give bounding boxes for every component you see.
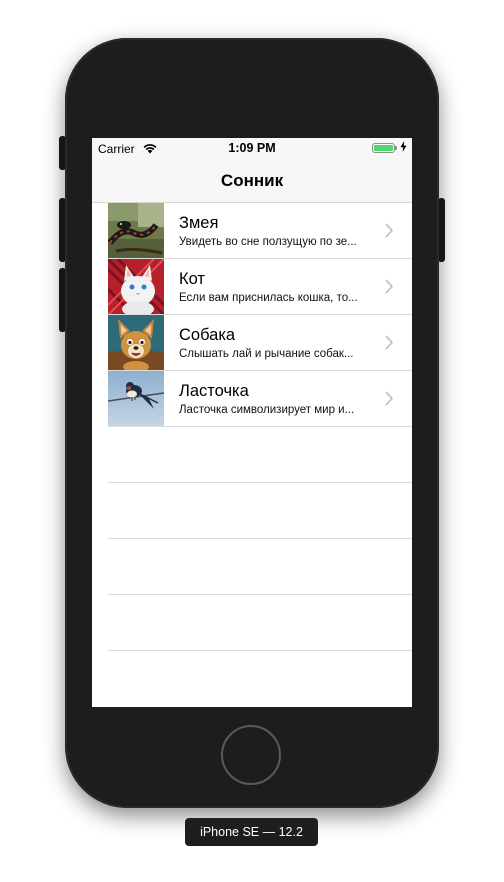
row-separator bbox=[108, 650, 412, 651]
list-item-title: Змея bbox=[179, 214, 219, 232]
phone-screen: Carrier 1:09 PM Сонник Змея Увидеть во с… bbox=[92, 138, 412, 707]
dream-list: Змея Увидеть во сне ползущую по зе... Ко… bbox=[92, 203, 412, 651]
chevron-right-icon bbox=[385, 279, 394, 299]
chevron-right-icon bbox=[385, 391, 394, 411]
status-bar: Carrier 1:09 PM bbox=[92, 138, 412, 158]
swallow-image bbox=[108, 371, 164, 427]
empty-row bbox=[92, 539, 412, 595]
cat-image bbox=[108, 259, 164, 315]
bolt-icon bbox=[400, 141, 407, 155]
list-item-title: Кот bbox=[179, 270, 205, 288]
empty-row bbox=[92, 427, 412, 483]
dog-image bbox=[108, 315, 164, 371]
list-item-dog[interactable]: Собака Слышать лай и рычание собак... bbox=[92, 315, 412, 371]
list-item-subtitle: Увидеть во сне ползущую по зе... bbox=[179, 236, 357, 248]
list-item-cat[interactable]: Кот Если вам приснилась кошка, то... bbox=[92, 259, 412, 315]
battery-tip bbox=[395, 146, 397, 150]
list-item-snake[interactable]: Змея Увидеть во сне ползущую по зе... bbox=[92, 203, 412, 259]
nav-title: Сонник bbox=[220, 171, 284, 190]
list-item-subtitle: Ласточка символизирует мир и... bbox=[179, 404, 355, 416]
status-time: 1:09 PM bbox=[228, 141, 276, 155]
home-button[interactable] bbox=[221, 725, 281, 785]
list-item-title: Собака bbox=[179, 326, 236, 344]
snake-image bbox=[108, 203, 164, 259]
list-item-title: Ласточка bbox=[179, 382, 249, 400]
list-item-subtitle: Если вам приснилась кошка, то... bbox=[179, 292, 358, 304]
empty-row bbox=[92, 483, 412, 539]
list-item-subtitle: Слышать лай и рычание собак... bbox=[179, 348, 354, 360]
power-button bbox=[438, 198, 445, 262]
battery-level-fill bbox=[374, 145, 393, 151]
battery-icon bbox=[372, 143, 395, 153]
empty-row bbox=[92, 595, 412, 651]
list-item-swallow[interactable]: Ласточка Ласточка символизирует мир и... bbox=[92, 371, 412, 427]
navigation-bar: Сонник bbox=[92, 158, 412, 203]
chevron-right-icon bbox=[385, 223, 394, 243]
simulator-stage: Carrier 1:09 PM Сонник Змея Увидеть во с… bbox=[0, 0, 504, 882]
chevron-right-icon bbox=[385, 335, 394, 355]
device-label: iPhone SE — 12.2 bbox=[185, 818, 318, 846]
